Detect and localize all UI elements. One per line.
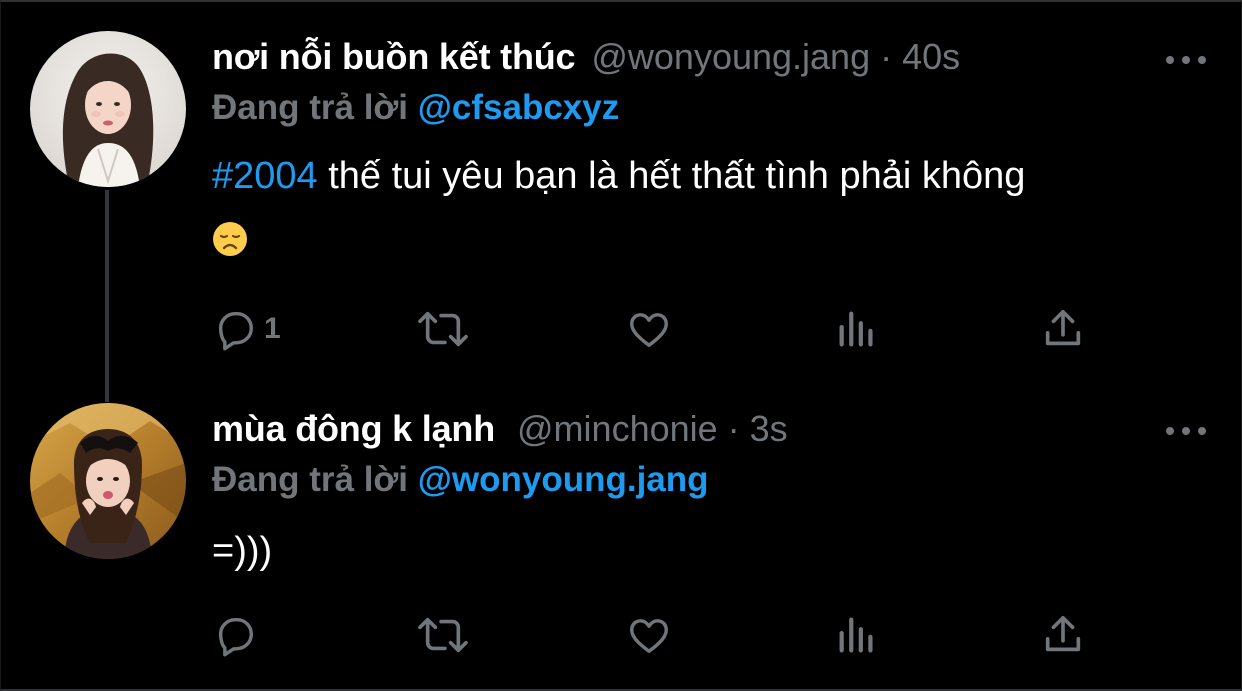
views-icon — [839, 617, 873, 653]
tweet-actions — [212, 610, 1092, 660]
more-dot — [1198, 56, 1206, 64]
disappointed-face-emoji — [212, 216, 248, 256]
more-dot — [1166, 427, 1174, 435]
like-icon — [630, 313, 668, 348]
share-button[interactable] — [1040, 610, 1086, 660]
thread-connector-line — [105, 190, 109, 402]
separator-dot: · — [880, 36, 893, 77]
mention-link[interactable]: @cfsabcxyz — [418, 88, 619, 127]
views-button[interactable] — [834, 610, 880, 660]
more-dot — [1182, 56, 1190, 64]
tweet-text: #2004 thế tui yêu bạn là hết thất tình p… — [212, 147, 1192, 263]
like-button[interactable] — [626, 304, 672, 354]
views-button[interactable] — [834, 304, 880, 354]
replying-to-label: Đang trả lời — [212, 88, 409, 127]
tweet-body: thế tui yêu bạn là hết thất tình phải kh… — [317, 155, 1026, 197]
replying-to: Đang trả lời @cfsabcxyz — [212, 88, 619, 128]
timestamp[interactable]: 40s — [902, 36, 960, 78]
separator-dot: · — [727, 408, 740, 449]
user-handle[interactable]: @minchonie — [517, 408, 718, 450]
timestamp[interactable]: 3s — [750, 408, 788, 450]
tweet-body: =))) — [212, 530, 273, 572]
tweet-text: =))) — [212, 522, 1192, 580]
like-button[interactable] — [626, 610, 672, 660]
replying-to: Đang trả lời @wonyoung.jang — [212, 460, 709, 500]
tweet-actions: 1 — [212, 304, 1092, 354]
user-handle[interactable]: @wonyoung.jang — [591, 36, 870, 78]
views-icon — [839, 311, 873, 347]
replying-to-label: Đang trả lời — [212, 460, 409, 499]
reply-button[interactable]: 1 — [212, 304, 281, 354]
reply-icon — [218, 311, 254, 351]
more-dot — [1166, 56, 1174, 64]
share-icon — [1045, 615, 1081, 652]
hashtag-link[interactable]: #2004 — [212, 155, 318, 197]
tweet-header: nơi nỗi buồn kết thúc @wonyoung.jang · 4… — [212, 36, 960, 88]
reply-icon — [218, 617, 254, 657]
display-name[interactable]: nơi nỗi buồn kết thúc — [212, 36, 576, 78]
share-icon — [1045, 309, 1081, 346]
avatar[interactable] — [30, 403, 186, 559]
avatar[interactable] — [30, 31, 186, 187]
more-dot — [1198, 427, 1206, 435]
share-button[interactable] — [1040, 304, 1086, 354]
retweet-icon — [418, 617, 468, 653]
reply-button[interactable] — [212, 610, 264, 660]
mention-link[interactable]: @wonyoung.jang — [418, 460, 709, 499]
reply-count: 1 — [264, 312, 281, 345]
tweet-header: mùa đông k lạnh @minchonie · 3s — [212, 408, 788, 460]
more-dot — [1182, 427, 1190, 435]
like-icon — [630, 619, 668, 654]
retweet-button[interactable] — [415, 610, 471, 660]
more-icon[interactable] — [1166, 50, 1206, 70]
retweet-icon — [418, 311, 468, 347]
retweet-button[interactable] — [415, 304, 471, 354]
display-name[interactable]: mùa đông k lạnh — [212, 408, 495, 450]
more-icon[interactable] — [1166, 421, 1206, 441]
